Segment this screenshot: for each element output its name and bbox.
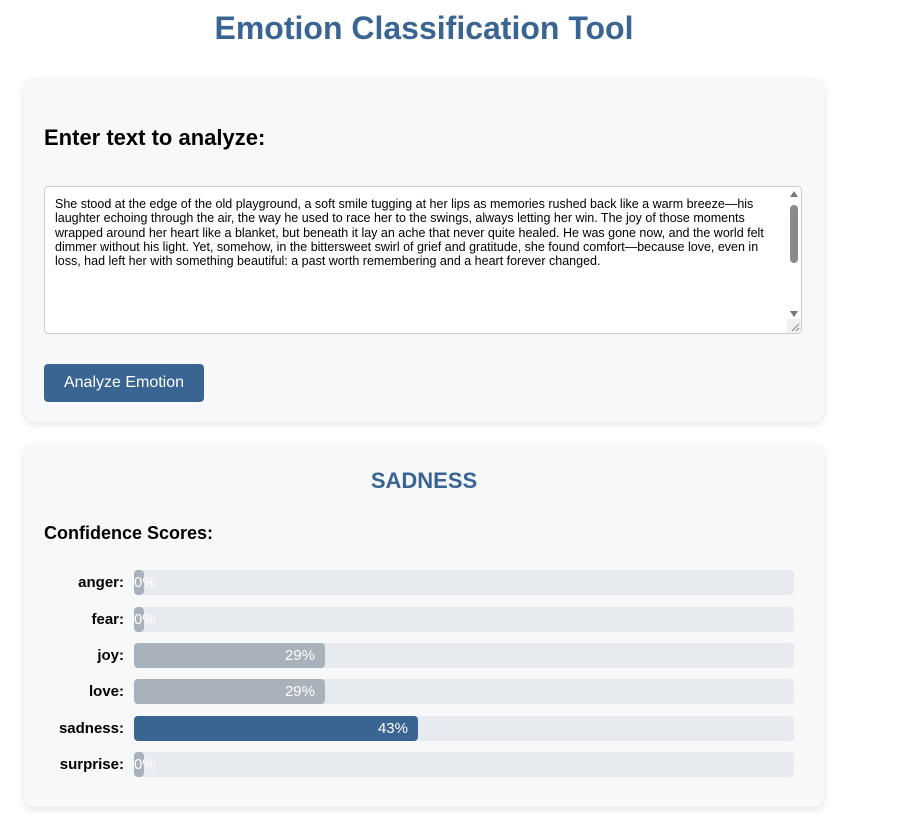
score-row-sadness: sadness: 43% [24, 716, 824, 741]
app-title: Emotion Classification Tool [214, 10, 634, 46]
analyze-emotion-button[interactable]: Analyze Emotion [44, 364, 204, 402]
predicted-emotion-label: SADNESS [370, 468, 478, 493]
score-label: love: [88, 683, 124, 700]
scroll-down-arrow-icon[interactable] [790, 311, 798, 317]
scroll-up-arrow-icon[interactable] [790, 191, 798, 197]
score-bar-fill [134, 716, 418, 741]
text-input-content[interactable]: She stood at the edge of the old playgro… [55, 197, 783, 268]
score-row-surprise: surprise: 0% [24, 752, 824, 777]
score-value: 29% [284, 647, 315, 664]
score-value: 43% [377, 720, 408, 737]
score-row-anger: anger: 0% [24, 570, 824, 595]
confidence-scores-heading: Confidence Scores: [44, 523, 214, 543]
textarea-scrollbar[interactable] [787, 187, 801, 321]
score-row-love: love: 29% [24, 679, 824, 704]
score-row-fear: fear: 0% [24, 607, 824, 632]
resize-handle-icon[interactable] [787, 319, 801, 333]
score-bar-track: 0% [134, 570, 794, 595]
score-label: anger: [78, 574, 124, 591]
score-label: surprise: [59, 756, 124, 773]
score-bar-track: 29% [134, 643, 794, 668]
score-bar-track: 43% [134, 716, 794, 741]
score-row-joy: joy: 29% [24, 643, 824, 668]
score-bar-track: 0% [134, 607, 794, 632]
score-value: 0% [134, 756, 156, 773]
input-card: Enter text to analyze: She stood at the … [24, 79, 824, 422]
input-heading: Enter text to analyze: [44, 125, 266, 150]
text-input[interactable]: She stood at the edge of the old playgro… [44, 186, 802, 334]
score-label: joy: [97, 647, 124, 664]
scrollbar-thumb[interactable] [790, 205, 798, 263]
score-value: 0% [134, 574, 156, 591]
score-value: 0% [134, 611, 156, 628]
score-bar-track: 29% [134, 679, 794, 704]
score-label: fear: [91, 611, 124, 628]
score-bar-track: 0% [134, 752, 794, 777]
score-value: 29% [284, 683, 315, 700]
result-card: SADNESS Confidence Scores: anger: 0% fea… [24, 445, 824, 807]
score-label: sadness: [58, 720, 124, 737]
